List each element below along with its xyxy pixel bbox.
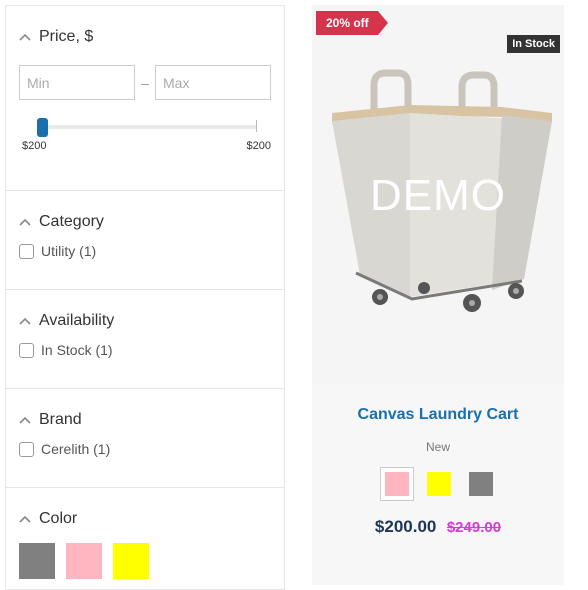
category-filter-header[interactable]: Category — [19, 191, 271, 233]
product-price: $200.00 — [374, 517, 437, 536]
stock-badge: In Stock — [507, 35, 560, 53]
product-condition: New — [425, 440, 450, 454]
price-inputs: – — [19, 65, 271, 100]
chevron-up-icon — [19, 218, 39, 226]
price-max-input[interactable] — [155, 65, 271, 100]
swatch-fill — [469, 472, 493, 496]
checkbox[interactable] — [19, 441, 34, 457]
product-swatch-gray[interactable] — [464, 467, 498, 501]
color-swatch-yellow[interactable] — [113, 543, 149, 579]
swatch-fill — [427, 472, 451, 496]
checkbox[interactable] — [19, 243, 34, 259]
price-slider-track — [39, 125, 257, 129]
checkbox[interactable] — [19, 342, 34, 358]
availability-option-label: In Stock (1) — [41, 342, 113, 358]
availability-option-in-stock[interactable]: In Stock (1) — [19, 342, 271, 358]
price-filter-title: Price, $ — [39, 28, 94, 45]
price-filter: Price, $ – $200 $200 — [6, 6, 284, 191]
price-filter-header[interactable]: Price, $ — [19, 6, 271, 48]
availability-filter: Availability In Stock (1) — [6, 290, 284, 389]
product-name-link[interactable]: Canvas Laundry Cart — [312, 406, 564, 424]
product-image[interactable]: 20% off In Stock DEMO — [312, 5, 564, 385]
product-swatch-pink[interactable] — [380, 467, 414, 501]
price-range-max: $200 — [246, 140, 271, 152]
product-old-price: $249.00 — [446, 519, 502, 536]
demo-watermark: DEMO — [370, 171, 506, 220]
color-swatch-pink[interactable] — [66, 543, 102, 579]
product-card[interactable]: 20% off In Stock DEMO Canvas Laundry Car… — [312, 5, 564, 585]
color-filter: Color — [6, 488, 284, 579]
brand-option-label: Cerelith (1) — [41, 441, 111, 457]
brand-option-cerelith[interactable]: Cerelith (1) — [19, 441, 271, 457]
category-option-label: Utility (1) — [41, 243, 97, 259]
color-swatches — [19, 543, 271, 579]
category-option-utility[interactable]: Utility (1) — [19, 243, 271, 259]
price-min-input[interactable] — [19, 65, 135, 100]
discount-badge-text: 20% off — [326, 16, 369, 30]
swatch-fill — [385, 472, 409, 496]
color-filter-title: Color — [39, 510, 78, 527]
price-slider-end — [256, 120, 257, 132]
availability-filter-header[interactable]: Availability — [19, 290, 271, 332]
price-slider[interactable] — [19, 116, 271, 138]
brand-filter-header[interactable]: Brand — [19, 389, 271, 431]
price-range-min: $200 — [22, 140, 47, 152]
chevron-up-icon — [19, 317, 39, 325]
price-range-labels: $200 $200 — [19, 140, 271, 152]
category-filter-title: Category — [39, 213, 104, 230]
product-swatch-yellow[interactable] — [422, 467, 456, 501]
product-prices: $200.00 $249.00 — [312, 517, 564, 537]
product-color-swatches — [380, 467, 498, 501]
price-separator: – — [141, 74, 149, 91]
brand-filter: Brand Cerelith (1) — [6, 389, 284, 488]
chevron-up-icon — [19, 515, 39, 523]
color-filter-header[interactable]: Color — [19, 488, 271, 530]
availability-filter-title: Availability — [39, 312, 115, 329]
price-slider-handle[interactable] — [37, 118, 48, 137]
category-filter: Category Utility (1) — [6, 191, 284, 290]
color-swatch-gray[interactable] — [19, 543, 55, 579]
chevron-up-icon — [19, 33, 39, 41]
brand-filter-title: Brand — [39, 411, 82, 428]
chevron-up-icon — [19, 416, 39, 424]
filter-sidebar: Price, $ – $200 $200 Category Utility (1… — [5, 5, 285, 590]
discount-badge: 20% off — [316, 11, 388, 35]
